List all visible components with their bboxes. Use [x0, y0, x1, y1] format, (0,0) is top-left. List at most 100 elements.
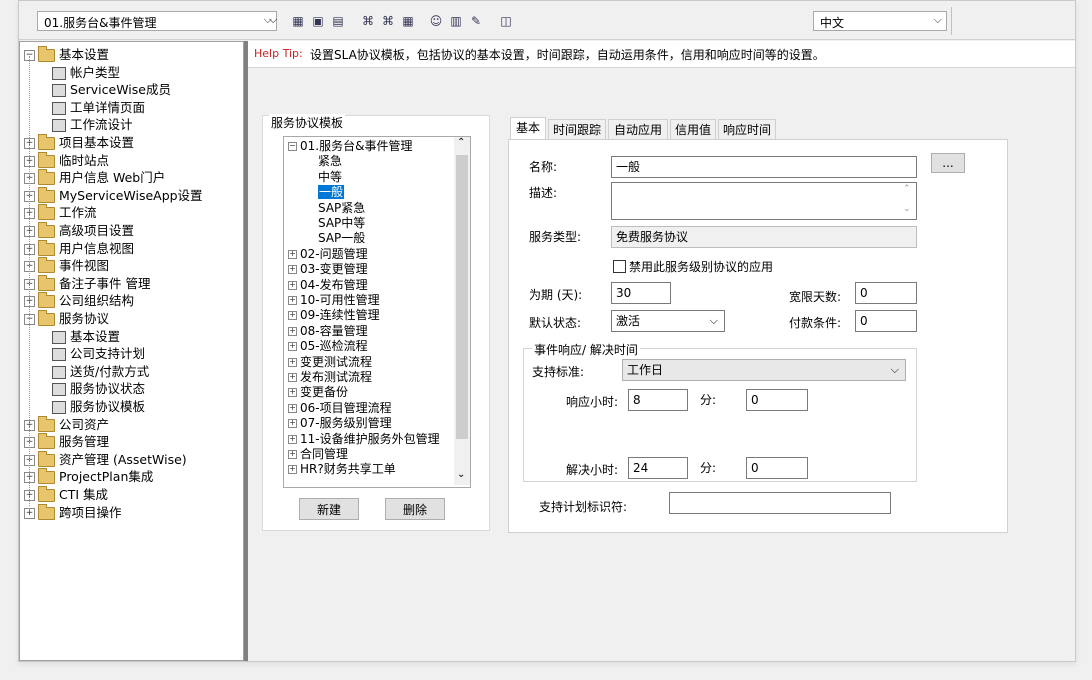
tree-folder[interactable]: + 项目基本设置 [24, 134, 134, 152]
expand-icon[interactable]: + [288, 403, 297, 413]
template-group-item[interactable]: + 变更备份 [288, 385, 348, 400]
user-icon[interactable]: ☺ [429, 14, 443, 28]
tab-auto-apply[interactable]: 自动应用 [608, 119, 668, 139]
expand-icon[interactable]: + [288, 265, 297, 275]
project-select[interactable]: 01.服务台&事件管理 ⌵ [37, 11, 277, 31]
scroll-down-icon[interactable]: ⌄ [457, 469, 465, 480]
delete-button[interactable]: 删除 [385, 498, 445, 520]
tree-folder[interactable]: + 公司组织结构 [24, 292, 134, 310]
payment-terms-field[interactable]: 0 [855, 310, 917, 332]
template-item[interactable]: 中等 [318, 170, 342, 185]
expand-icon[interactable]: + [24, 507, 35, 519]
tree-folder[interactable]: + 用户信息视图 [24, 239, 134, 258]
tree-folder[interactable]: + 用户信息 Web门户 [24, 169, 165, 187]
tree-folder[interactable]: − 基本设置 [24, 46, 109, 64]
tree-item[interactable]: 基本设置 [52, 328, 120, 346]
tree-item[interactable]: 帐户类型 [52, 64, 120, 82]
expand-icon[interactable]: + [288, 388, 297, 398]
resolve-minutes-field[interactable]: 0 [746, 457, 808, 479]
template-group-item[interactable]: + 变更测试流程 [288, 355, 372, 370]
template-group-item[interactable]: + HR?财务共享工单 [288, 462, 396, 477]
scroll-up-icon[interactable]: ⌃ [903, 184, 911, 194]
template-item[interactable]: 一般 [318, 185, 345, 200]
expand-icon[interactable]: + [288, 249, 297, 259]
tree-folder[interactable]: + 事件视图 [24, 257, 109, 275]
plan-id-field[interactable] [669, 492, 891, 514]
expand-icon[interactable]: + [288, 280, 297, 290]
document-icon[interactable]: ▤ [331, 14, 345, 28]
expand-icon[interactable]: + [288, 434, 297, 444]
tab-basic[interactable]: 基本 [510, 117, 546, 139]
expand-icon[interactable]: + [288, 465, 297, 475]
template-group-item[interactable]: −01.服务台&事件管理 [288, 139, 412, 154]
expand-icon[interactable]: + [288, 326, 297, 336]
tree-item[interactable]: ServiceWise成员 [52, 81, 171, 99]
tab-response-time[interactable]: 响应时间 [718, 119, 776, 139]
grid-icon[interactable]: ▦ [291, 14, 305, 28]
tree-folder[interactable]: + 资产管理 (AssetWise) [24, 450, 187, 469]
tree-item[interactable]: 工作流设计 [52, 116, 133, 134]
tree-folder[interactable]: + 备注子事件 管理 [24, 274, 150, 293]
ellipsis-button[interactable]: ... [931, 153, 965, 173]
tree-item[interactable]: 公司支持计划 [52, 345, 145, 363]
new-button[interactable]: 新建 [299, 498, 359, 520]
tree-folder[interactable]: + 工作流 [24, 204, 97, 222]
period-field[interactable]: 30 [611, 282, 671, 304]
tree-folder[interactable]: + 公司资产 [24, 415, 109, 434]
template-group-item[interactable]: +04-发布管理 [288, 278, 368, 293]
dual-panel-icon[interactable]: ◫ [499, 14, 513, 28]
template-group-item[interactable]: +06-项目管理流程 [288, 401, 392, 416]
tree-item[interactable]: 送货/付款方式 [52, 363, 149, 381]
tools-icon[interactable]: ✎ [469, 14, 483, 28]
monitor-icon[interactable]: ▣ [311, 14, 325, 28]
tab-credit[interactable]: 信用值 [670, 119, 716, 139]
expand-icon[interactable]: + [288, 373, 297, 382]
report-icon[interactable]: ▥ [449, 14, 463, 28]
tree-folder[interactable]: + 高级项目设置 [24, 222, 134, 240]
template-group-item[interactable]: +07-服务级别管理 [288, 416, 392, 431]
grace-days-field[interactable]: 0 [855, 282, 917, 304]
collapse-icon[interactable]: − [288, 142, 297, 151]
tab-time-tracking[interactable]: 时间跟踪 [548, 119, 606, 139]
network-alt-icon[interactable]: ⌘ [381, 14, 395, 28]
expand-icon[interactable]: + [288, 357, 297, 367]
tree-folder[interactable]: + 临时站点 [24, 151, 109, 170]
scroll-up-icon[interactable]: ⌃ [457, 137, 465, 148]
name-field[interactable]: 一般 [611, 156, 917, 178]
expand-icon[interactable]: + [288, 296, 297, 305]
support-standard-select[interactable]: 工作日 ⌵ [622, 359, 906, 381]
expand-icon[interactable]: + [288, 450, 297, 459]
template-item[interactable]: SAP紧急 [318, 201, 365, 216]
table-icon[interactable]: ▦ [401, 14, 415, 28]
response-minutes-field[interactable]: 0 [746, 389, 808, 411]
template-tree[interactable]: ⌃ ⌄ −01.服务台&事件管理 紧急 中等 一般 SAP紧急 SAP中等 SAP一般 +02… [283, 136, 471, 488]
network-icon[interactable]: ⌘ [361, 14, 375, 28]
template-group-item[interactable]: +10-可用性管理 [288, 293, 380, 308]
chevron-down-icon[interactable]: ⌵ [269, 13, 277, 27]
template-tree-scrollbar[interactable]: ⌃ ⌄ [454, 137, 470, 485]
template-group-item[interactable]: +02-问题管理 [288, 247, 368, 262]
tree-folder[interactable]: − 服务协议 [24, 310, 109, 328]
tree-folder[interactable]: + 服务管理 [24, 433, 109, 451]
template-group-item[interactable]: +09-连续性管理 [288, 308, 380, 323]
template-item[interactable]: SAP中等 [318, 216, 365, 231]
scroll-down-icon[interactable]: ⌄ [903, 204, 911, 214]
expand-icon[interactable]: + [288, 419, 297, 429]
template-group-item[interactable]: + 发布测试流程 [288, 370, 372, 385]
response-hours-field[interactable]: 8 [628, 389, 688, 411]
expand-icon[interactable]: + [288, 342, 297, 352]
tree-item[interactable]: 工单详情页面 [52, 99, 145, 117]
template-group-item[interactable]: +03-变更管理 [288, 262, 368, 277]
tree-folder[interactable]: + MyServiceWiseApp设置 [24, 186, 203, 205]
tree-folder[interactable]: + 跨项目操作 [24, 503, 122, 522]
tree-folder[interactable]: + ProjectPlan集成 [24, 468, 153, 486]
default-status-select[interactable]: 激活 ⌵ [611, 310, 725, 332]
language-select[interactable]: 中文 ⌵ [813, 11, 947, 31]
template-group-item[interactable]: +05-巡检流程 [288, 339, 368, 354]
template-group-item[interactable]: +11-设备维护服务外包管理 [288, 432, 440, 447]
template-item[interactable]: SAP一般 [318, 231, 365, 246]
template-group-item[interactable]: +08-容量管理 [288, 324, 368, 339]
scroll-thumb[interactable] [456, 155, 468, 439]
tree-item[interactable]: 服务协议状态 [52, 380, 145, 398]
tree-folder[interactable]: + CTI 集成 [24, 486, 108, 504]
